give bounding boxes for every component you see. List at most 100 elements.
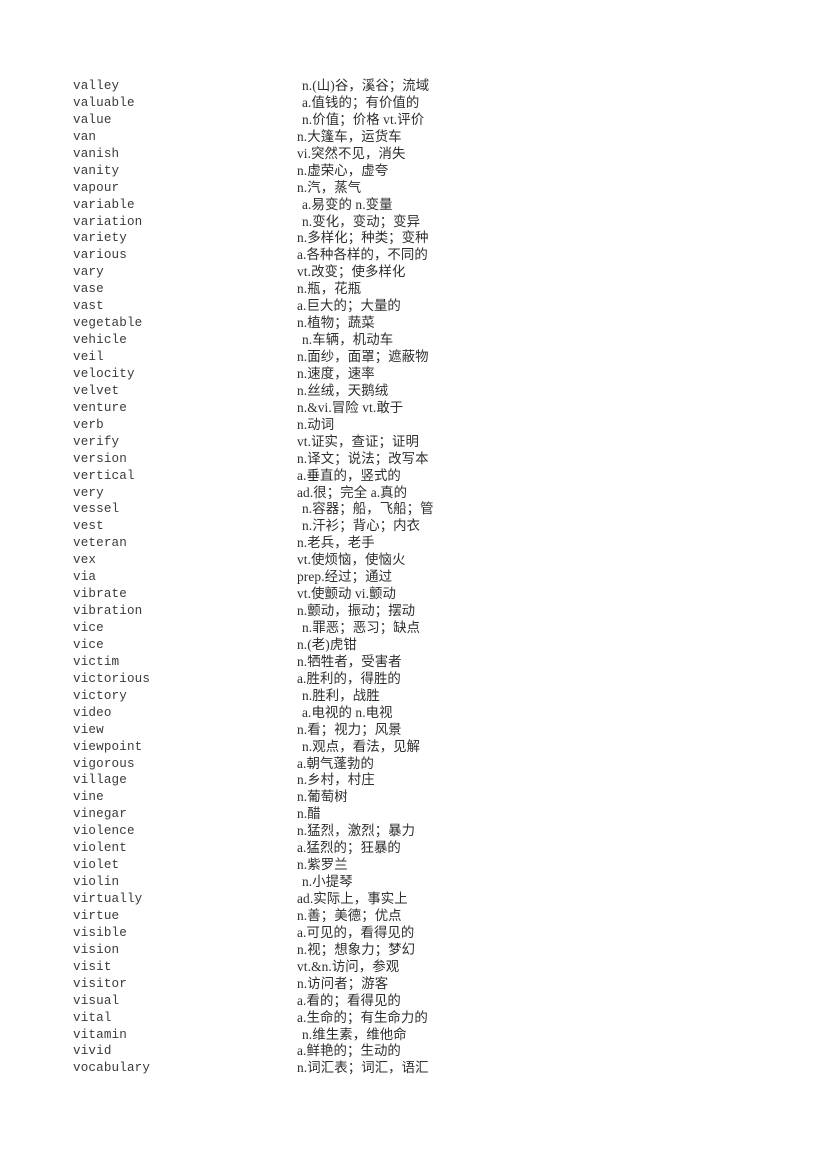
vocabulary-entry: vessel n.容器；船，飞船；管 — [73, 501, 763, 518]
vocabulary-entry: verify vt.证实，查证；证明 — [73, 434, 763, 451]
entry-term: violin — [73, 875, 120, 890]
vocabulary-entry: vanish vi.突然不见，消失 — [73, 146, 763, 163]
vocabulary-entry: viewpoint n.观点，看法，见解 — [73, 739, 763, 756]
entry-definition: n.老兵，老手 — [297, 535, 375, 551]
vocabulary-entry: various a.各种各样的，不同的 — [73, 247, 763, 264]
entry-term: veil — [73, 350, 104, 364]
entry-term: variety — [73, 231, 127, 246]
vocabulary-entry: valley n.(山)谷，溪谷；流域 — [73, 78, 763, 95]
entry-term: value — [73, 112, 112, 127]
entry-term: victorious — [73, 671, 151, 686]
vocabulary-entry: victorious a.胜利的，得胜的 — [73, 671, 763, 688]
entry-term: vanish — [73, 146, 120, 161]
entry-term: vibrate — [73, 587, 127, 602]
entry-definition: n.紫罗兰 — [297, 857, 348, 873]
document-page: valley n.(山)谷，溪谷；流域 valuable a.值钱的；有价值的 valu… — [0, 0, 827, 1170]
entry-definition: n.车辆，机动车 — [302, 332, 394, 348]
entry-term: van — [73, 129, 97, 144]
entry-definition: ad.实际上，事实上 — [297, 891, 408, 906]
entry-term: video — [73, 705, 112, 720]
entry-definition: a.各种各样的，不同的 — [297, 247, 428, 263]
entry-term: violence — [73, 824, 135, 839]
entry-definition: n.观点，看法，见解 — [302, 738, 421, 754]
vocabulary-entry: valuable a.值钱的；有价值的 — [73, 95, 763, 112]
entry-term: visitor — [73, 976, 127, 991]
entry-term: vertical — [73, 468, 135, 483]
entry-term: violet — [73, 858, 120, 873]
vocabulary-entry: version n.译文；说法；改写本 — [73, 451, 763, 468]
entry-definition: n.醋 — [297, 806, 321, 822]
vocabulary-entry: vase n.瓶，花瓶 — [73, 281, 763, 298]
entry-term: victory — [73, 688, 127, 703]
entry-definition: n.(山)谷，溪谷；流域 — [302, 78, 430, 93]
entry-term: vice — [73, 621, 104, 635]
vocabulary-entry: vibrate vt.使颤动 vi.颤动 — [73, 586, 763, 603]
vocabulary-entry: victim n.牺牲者，受害者 — [73, 654, 763, 671]
entry-definition: n.变化，变动；变异 — [302, 213, 421, 229]
vocabulary-entry: veteran n.老兵，老手 — [73, 535, 763, 552]
vocabulary-entry: very ad.很；完全 a.真的 — [73, 485, 763, 502]
entry-definition: n.维生素，维他命 — [302, 1026, 407, 1042]
entry-definition: n.植物；蔬菜 — [297, 315, 375, 331]
entry-term: velocity — [73, 366, 135, 381]
vocabulary-entry: vapour n.汽，蒸气 — [73, 180, 763, 197]
entry-definition: n.丝绒，天鹅绒 — [297, 382, 389, 398]
vocabulary-entry: variable a.易变的 n.变量 — [73, 197, 763, 214]
entry-definition: vt.证实，查证；证明 — [297, 433, 419, 449]
entry-definition: n.面纱，面罩；遮蔽物 — [297, 349, 429, 364]
entry-term: vitamin — [73, 1027, 127, 1042]
entry-term: vase — [73, 282, 104, 297]
entry-term: version — [73, 451, 127, 466]
entry-definition: n.瓶，花瓶 — [297, 281, 362, 297]
vocabulary-entry: vitamin n.维生素，维他命 — [73, 1027, 763, 1044]
entry-term: valley — [73, 79, 120, 93]
entry-term: visit — [73, 959, 112, 974]
entry-term: via — [73, 570, 97, 585]
entry-term: various — [73, 248, 127, 263]
entry-definition: a.电视的 n.电视 — [302, 704, 393, 720]
entry-term: very — [73, 485, 104, 500]
vocabulary-entry: vice n.罪恶；恶习；缺点 — [73, 620, 763, 637]
entry-term: violent — [73, 841, 127, 856]
entry-definition: n.葡萄树 — [297, 789, 348, 805]
entry-definition: n.汽，蒸气 — [297, 179, 362, 195]
vocabulary-entry: visit vt.&n.访问，参观 — [73, 959, 763, 976]
entry-term: vibration — [73, 604, 143, 619]
vocabulary-entry: vehicle n.车辆，机动车 — [73, 332, 763, 349]
entry-term: verify — [73, 434, 120, 449]
entry-term: variable — [73, 197, 135, 212]
entry-term: velvet — [73, 383, 120, 398]
entry-definition: n.容器；船，飞船；管 — [302, 501, 434, 517]
entry-definition: n.(老)虎钳 — [297, 636, 357, 652]
entry-definition: n.视；想象力；梦幻 — [297, 941, 416, 957]
vocabulary-entry: virtue n.善；美德；优点 — [73, 908, 763, 925]
entry-definition: n.动词 — [297, 416, 335, 432]
entry-definition: vt.使烦恼，使恼火 — [297, 552, 406, 568]
vocabulary-entry: vocabulary n.词汇表；词汇，语汇 — [73, 1060, 763, 1077]
vocabulary-entry: velvet n.丝绒，天鹅绒 — [73, 383, 763, 400]
entry-term: vary — [73, 265, 104, 280]
vocabulary-entry: venture n.&vi.冒险 vt.敢于 — [73, 400, 763, 417]
entry-definition: n.猛烈，激烈；暴力 — [297, 823, 416, 839]
entry-definition: n.牺牲者，受害者 — [297, 653, 402, 669]
vocabulary-entry: vigorous a.朝气蓬勃的 — [73, 756, 763, 773]
entry-definition: vt.改变；使多样化 — [297, 264, 406, 280]
vocabulary-entry: vice n.(老)虎钳 — [73, 637, 763, 654]
vocabulary-entry: vinegar n.醋 — [73, 806, 763, 823]
vocabulary-entry: video a.电视的 n.电视 — [73, 705, 763, 722]
vocabulary-entry: violence n.猛烈，激烈；暴力 — [73, 823, 763, 840]
vocabulary-entry: value n.价值；价格 vt.评价 — [73, 112, 763, 129]
entry-definition: n.词汇表；词汇，语汇 — [297, 1060, 429, 1076]
entry-term: view — [73, 722, 104, 737]
entry-term: valuable — [73, 95, 135, 110]
entry-term: vine — [73, 790, 104, 805]
entry-definition: a.巨大的；大量的 — [297, 298, 401, 314]
entry-definition: ad.很；完全 a.真的 — [297, 484, 408, 500]
vocabulary-entry: variation n.变化，变动；变异 — [73, 214, 763, 231]
vocabulary-entry: vary vt.改变；使多样化 — [73, 264, 763, 281]
vocabulary-entry: violet n.紫罗兰 — [73, 857, 763, 874]
entry-definition: a.值钱的；有价值的 — [302, 94, 420, 110]
vocabulary-entry: via prep.经过；通过 — [73, 569, 763, 586]
entry-definition: a.垂直的，竖式的 — [297, 467, 401, 483]
vocabulary-entry: visitor n.访问者；游客 — [73, 976, 763, 993]
